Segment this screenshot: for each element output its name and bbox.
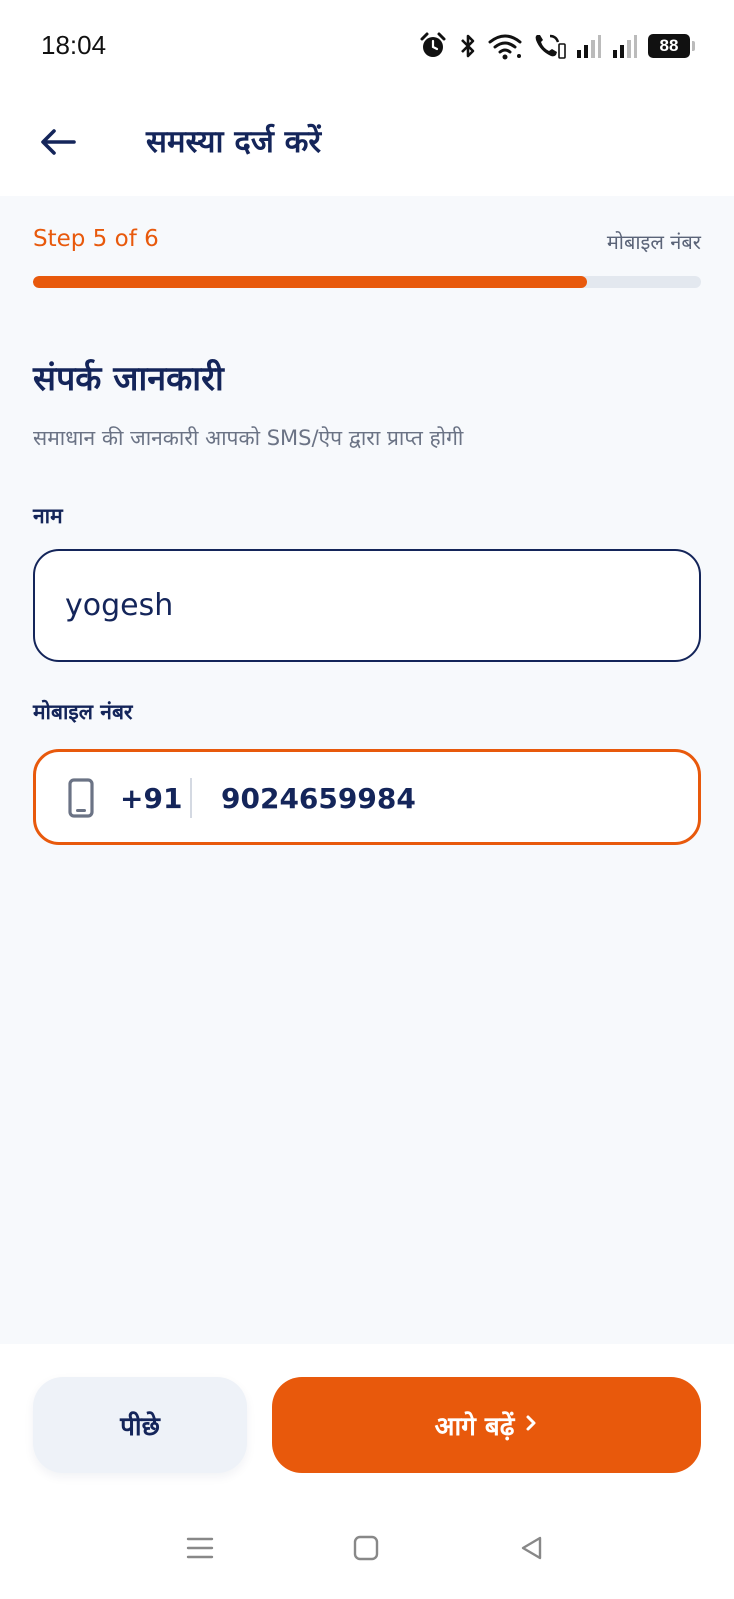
name-input[interactable]	[33, 549, 701, 662]
home-button[interactable]	[346, 1530, 386, 1570]
previous-button[interactable]: पीछे	[33, 1377, 247, 1473]
previous-button-label: पीछे	[120, 1412, 160, 1442]
system-nav-bar	[0, 1494, 734, 1599]
main-content: Step 5 of 6 मोबाइल नंबर संपर्क जानकारी स…	[0, 196, 734, 1344]
home-square-icon	[352, 1534, 380, 1566]
next-button-label: आगे बढ़ें	[434, 1412, 515, 1442]
app-header: समस्या दर्ज करें	[0, 92, 734, 196]
country-code: +91	[120, 782, 183, 815]
mobile-input[interactable]	[221, 774, 661, 822]
mobile-field[interactable]: +91	[33, 749, 701, 845]
section-subtitle: समाधान की जानकारी आपको SMS/ऐप द्वारा प्र…	[33, 426, 464, 450]
progress-bar	[33, 276, 701, 288]
menu-icon	[186, 1534, 214, 1566]
page-title: समस्या दर्ज करें	[146, 124, 322, 160]
back-triangle-icon	[518, 1534, 546, 1566]
battery-indicator: 88	[648, 34, 695, 58]
smartphone-icon	[68, 778, 94, 818]
field-divider	[190, 778, 192, 818]
wifi-icon	[488, 32, 522, 60]
chevron-right-icon	[524, 1410, 538, 1440]
signal-icon	[612, 33, 638, 59]
footer-actions: पीछे आगे बढ़ें	[0, 1344, 734, 1494]
section-title: संपर्क जानकारी	[33, 359, 224, 399]
status-icons: 88	[418, 28, 695, 64]
bluetooth-icon	[458, 31, 478, 61]
name-label: नाम	[33, 504, 63, 528]
mobile-label: मोबाइल नंबर	[33, 700, 133, 724]
system-back-button[interactable]	[512, 1530, 552, 1570]
step-name: मोबाइल नंबर	[606, 230, 701, 254]
status-time: 18:04	[41, 30, 107, 60]
menu-button[interactable]	[180, 1530, 220, 1570]
alarm-icon	[418, 31, 448, 61]
signal-icon	[576, 33, 602, 59]
status-bar: 18:04 88	[0, 0, 734, 92]
arrow-left-icon	[38, 126, 78, 162]
wifi-call-icon	[532, 31, 566, 61]
next-button[interactable]: आगे बढ़ें	[272, 1377, 701, 1473]
back-button[interactable]	[30, 116, 86, 172]
step-label: Step 5 of 6	[33, 226, 159, 252]
progress-fill	[33, 276, 588, 288]
step-indicator: Step 5 of 6 मोबाइल नंबर	[33, 226, 701, 258]
screen: 18:04 88 समस्या दर्ज करें Step 5 of 6 मो…	[0, 0, 734, 1599]
